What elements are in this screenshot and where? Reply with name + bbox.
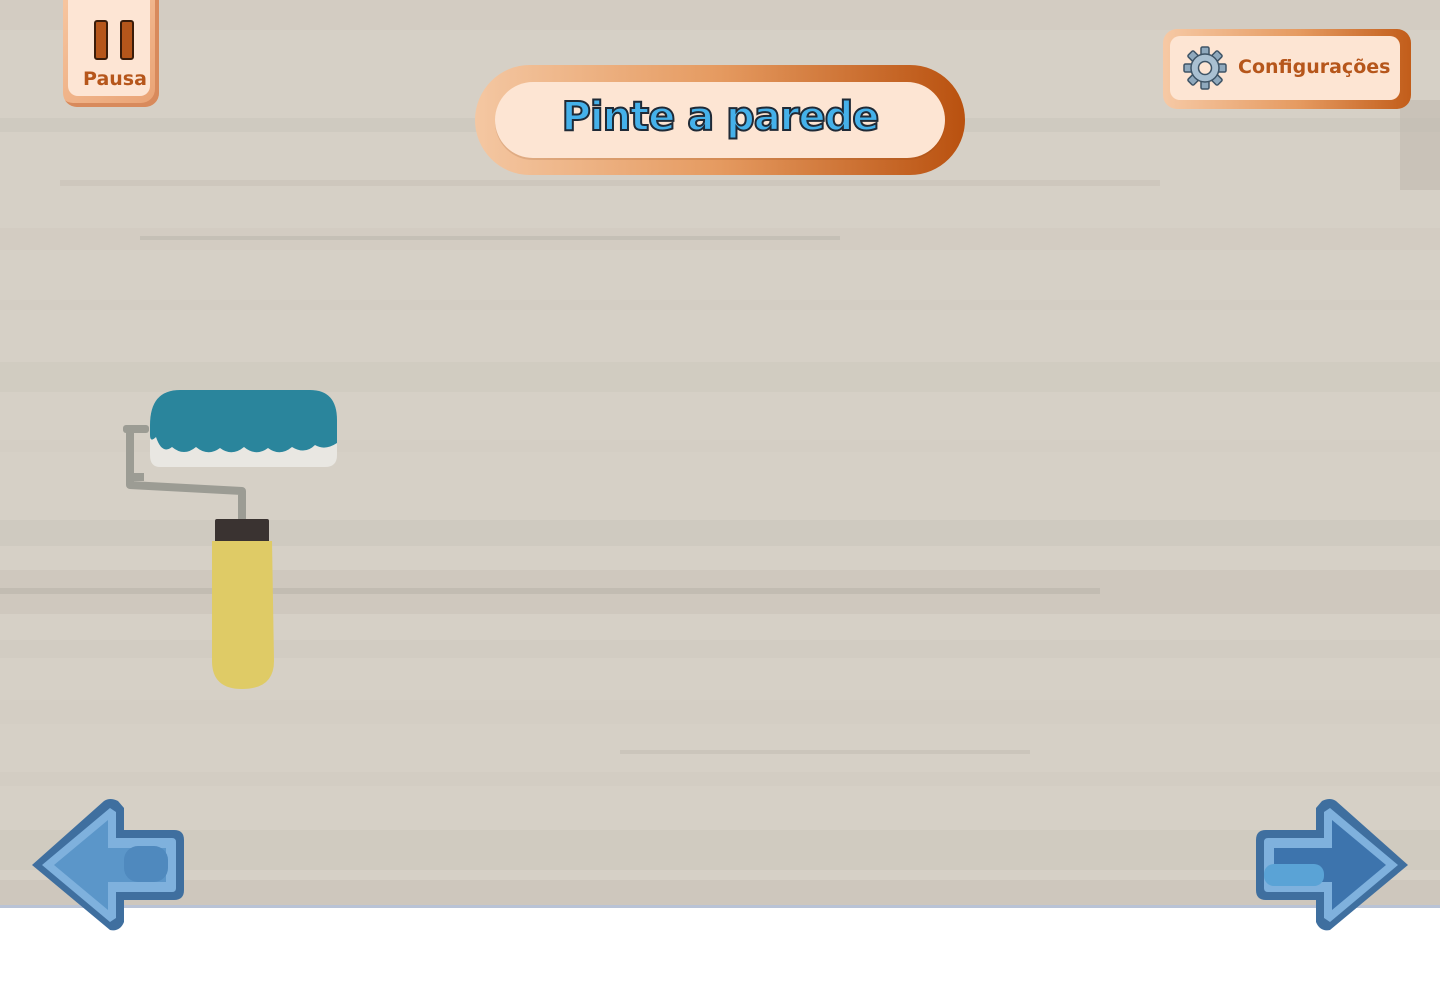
paint-roller[interactable] (120, 385, 345, 695)
game-stage: Pausa Pinte a parede Configurações (0, 0, 1440, 990)
right-arrow-icon (1256, 799, 1408, 931)
gear-icon (1183, 46, 1227, 90)
next-button[interactable] (1254, 798, 1412, 934)
floor-line (0, 905, 1440, 908)
title-banner-face: Pinte a parede (495, 82, 945, 158)
settings-button-face: Configurações (1170, 36, 1400, 100)
pause-icon (94, 20, 134, 60)
settings-label: Configurações (1238, 56, 1391, 78)
left-arrow-icon (32, 799, 184, 931)
title-banner: Pinte a parede (475, 65, 965, 175)
activity-title: Pinte a parede (561, 93, 881, 141)
settings-button[interactable]: Configurações (1163, 29, 1411, 109)
pause-button-face: Pausa (68, 0, 150, 96)
pause-button[interactable]: Pausa (63, 0, 159, 107)
pause-label: Pausa (83, 68, 147, 90)
previous-button[interactable] (28, 798, 186, 934)
